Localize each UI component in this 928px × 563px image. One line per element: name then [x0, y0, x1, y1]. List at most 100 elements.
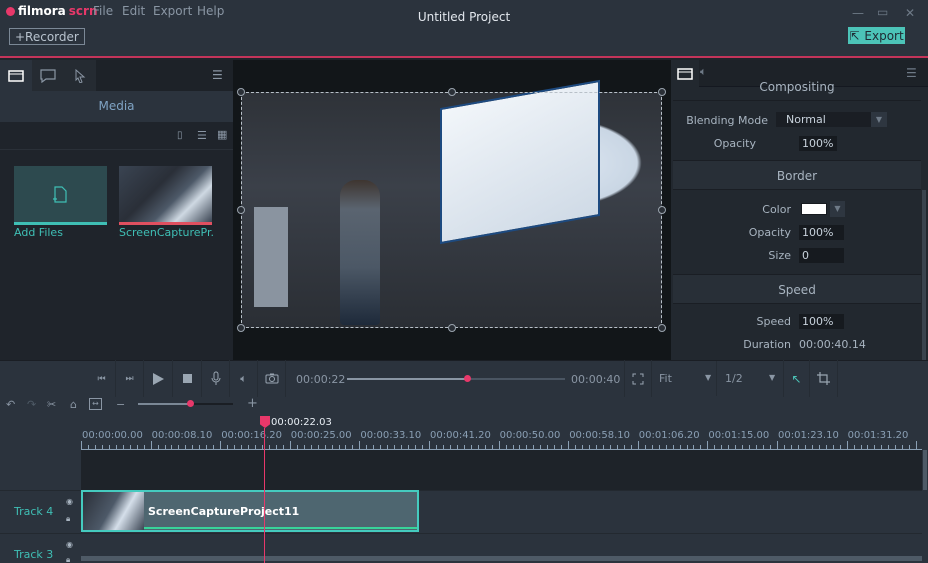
section-border[interactable]: Border: [673, 160, 921, 190]
add-files-label[interactable]: Add Files: [14, 226, 63, 239]
media-clip-label[interactable]: ScreenCapturePr...: [119, 226, 214, 239]
section-speed[interactable]: Speed: [673, 274, 921, 304]
blending-mode-select[interactable]: Normal: [776, 112, 871, 127]
tab-cursor[interactable]: [64, 60, 96, 91]
minimize-icon[interactable]: —: [852, 6, 864, 20]
timeline-vertical-scrollbar[interactable]: [923, 450, 927, 490]
blending-mode-dropdown-icon[interactable]: ▼: [871, 112, 887, 127]
lock-icon[interactable]: 🔒︎: [66, 555, 70, 563]
pip-button[interactable]: ↖: [783, 360, 810, 397]
ruler-tick: [108, 445, 110, 449]
ruler-tick: [101, 445, 103, 449]
ruler-tick: [728, 445, 730, 449]
ruler-tick: [790, 445, 792, 449]
ruler-tick: [804, 445, 806, 449]
export-button[interactable]: ⇱ Export: [848, 27, 905, 44]
border-color-dropdown-icon[interactable]: ▼: [830, 201, 845, 217]
add-files-tile[interactable]: [14, 166, 107, 222]
compositing-opacity-label: Opacity: [713, 137, 756, 150]
fit-dropdown-icon[interactable]: ▼: [705, 373, 711, 382]
ruler-tick: [115, 445, 117, 449]
ruler-tick: [637, 441, 639, 449]
resize-handle-r[interactable]: [658, 206, 666, 214]
right-menu-icon[interactable]: ☰: [906, 66, 917, 80]
zoom-in-button[interactable]: +: [247, 396, 258, 411]
ruler-tick: [582, 445, 584, 449]
close-icon[interactable]: ✕: [905, 6, 915, 20]
list-view-icon[interactable]: ☰: [197, 129, 207, 142]
resize-handle-b[interactable]: [448, 324, 456, 332]
timeline-horizontal-scrollbar[interactable]: [81, 556, 922, 561]
resize-handle-bl[interactable]: [237, 324, 245, 332]
ruler-tick: [164, 445, 166, 449]
border-opacity-field[interactable]: 100%: [799, 225, 844, 240]
ruler-tick: [867, 445, 869, 449]
new-file-icon[interactable]: ▯: [177, 130, 183, 141]
crop-button[interactable]: [810, 360, 838, 397]
skip-back-icon: ⏮︎: [97, 373, 106, 384]
ruler-tick: [589, 445, 591, 449]
ruler-tick: [554, 445, 556, 449]
stop-button[interactable]: [173, 360, 202, 397]
audio-icon[interactable]: 🔈︎: [700, 65, 707, 79]
maximize-icon[interactable]: ▭: [877, 5, 888, 19]
ruler-tick: [679, 445, 681, 449]
resize-handle-br[interactable]: [658, 324, 666, 332]
tab-media[interactable]: [0, 60, 32, 91]
timeline-clip-name: ScreenCaptureProject11: [148, 505, 300, 518]
eye-icon[interactable]: ◉: [66, 540, 73, 549]
duration-value: 00:00:40.14: [799, 338, 866, 351]
border-color-swatch[interactable]: [801, 203, 827, 215]
volume-button[interactable]: 🔈︎: [230, 360, 258, 397]
snapshot-button[interactable]: [258, 360, 286, 397]
timeline-zoom-fill: [138, 403, 191, 405]
ruler-tick: [881, 445, 883, 449]
zoom-out-button[interactable]: −: [116, 398, 125, 411]
cut-icon[interactable]: ✂: [47, 398, 56, 411]
ruler-label: 00:01:23.10: [778, 430, 839, 441]
recorder-button[interactable]: +Recorder: [9, 28, 85, 45]
left-menu-icon[interactable]: ☰: [212, 68, 223, 82]
border-size-field[interactable]: 0: [799, 248, 844, 263]
selection-box[interactable]: [241, 92, 662, 328]
fit-select[interactable]: Fit: [659, 372, 672, 385]
next-frame-button[interactable]: ⏭︎: [116, 360, 144, 397]
speed-field[interactable]: 100%: [799, 314, 844, 329]
tab-annotation[interactable]: [32, 60, 64, 91]
redo-icon[interactable]: ↷: [27, 398, 36, 411]
mic-button[interactable]: [202, 360, 230, 397]
quality-dropdown-icon[interactable]: ▼: [769, 373, 775, 382]
ruler-tick: [338, 445, 340, 449]
ruler-tick: [575, 445, 577, 449]
seek-handle[interactable]: [463, 375, 471, 382]
ruler-tick: [693, 445, 695, 449]
prev-frame-button[interactable]: ⏮︎: [88, 360, 116, 397]
fullscreen-button[interactable]: [624, 360, 652, 397]
resize-handle-l[interactable]: [237, 206, 245, 214]
ruler-tick: [442, 445, 444, 449]
undo-icon[interactable]: ↶: [6, 398, 15, 411]
eye-icon[interactable]: ◉: [66, 497, 73, 506]
properties-scrollbar[interactable]: [922, 190, 926, 360]
fit-timeline-icon[interactable]: ↔: [89, 398, 102, 410]
marker-icon[interactable]: ⌂: [70, 398, 77, 411]
resize-handle-tr[interactable]: [658, 88, 666, 96]
border-size-label: Size: [768, 249, 791, 262]
track-3-label: Track 3: [14, 548, 54, 561]
empty-track-area[interactable]: [81, 450, 922, 490]
ruler-tick: [811, 445, 813, 449]
lock-icon[interactable]: 🔒︎: [66, 514, 70, 524]
resize-handle-tl[interactable]: [237, 88, 245, 96]
quality-select[interactable]: 1/2: [725, 372, 743, 385]
resize-handle-t[interactable]: [448, 88, 456, 96]
timeline-clip-audio-wave: [144, 527, 417, 529]
media-clip-thumbnail[interactable]: [119, 166, 212, 222]
ruler-tick: [324, 445, 326, 449]
ruler-tick: [289, 441, 291, 449]
play-button[interactable]: [144, 360, 173, 397]
ruler-label: 00:00:33.10: [360, 430, 422, 441]
ruler-tick: [825, 445, 827, 449]
ruler-tick: [157, 445, 159, 449]
grid-view-icon[interactable]: ▦: [217, 128, 227, 141]
compositing-opacity-field[interactable]: 100%: [799, 136, 837, 151]
